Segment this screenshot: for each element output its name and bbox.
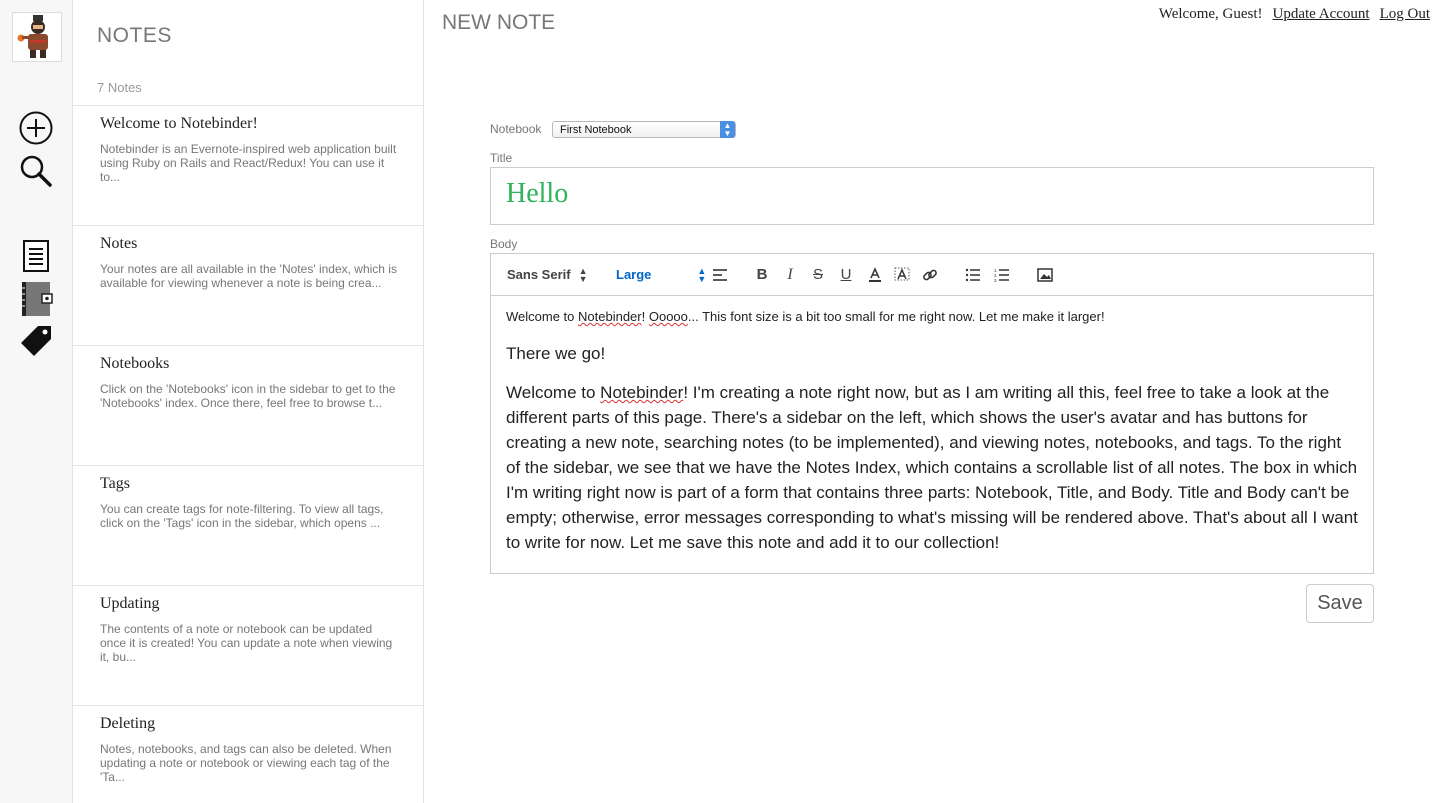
note-item[interactable]: Notebooks Click on the 'Notebooks' icon … (73, 345, 423, 465)
body-paragraph: Welcome to Notebinder! Ooooo... This fon… (506, 309, 1358, 324)
align-left-icon (713, 268, 727, 281)
updown-icon: ▲ ▼ (697, 265, 707, 284)
select-arrows-icon: ▲ ▼ (720, 121, 735, 138)
misspelled-word: Notebinder (578, 309, 642, 324)
body-paragraph: Welcome to Notebinder! I'm creating a no… (506, 380, 1358, 555)
note-item[interactable]: Notes Your notes are all available in th… (73, 225, 423, 345)
note-snippet: Click on the 'Notebooks' icon in the sid… (100, 382, 396, 410)
note-list: Welcome to Notebinder! Notebinder is an … (73, 105, 423, 803)
note-item[interactable]: Welcome to Notebinder! Notebinder is an … (73, 105, 423, 225)
search-icon (20, 155, 52, 187)
page-title: NEW NOTE (442, 11, 556, 34)
title-label: Title (490, 151, 513, 165)
image-button[interactable] (1036, 254, 1054, 295)
size-picker-value: Large (616, 267, 652, 282)
text-span: Welcome to (506, 383, 601, 402)
body-editor: Sans Serif ▲ ▼ Large ▲ ▼ B I S U 1 2 3 W… (490, 253, 1374, 574)
italic-icon[interactable]: I (781, 254, 799, 295)
notebook-select[interactable]: First Notebook ▲ ▼ (552, 121, 736, 138)
note-item[interactable]: Tags You can create tags for note-filter… (73, 465, 423, 585)
note-title: Deleting (100, 715, 156, 732)
text-color-button[interactable] (866, 254, 884, 295)
note-snippet: The contents of a note or notebook can b… (100, 622, 393, 664)
update-account-link[interactable]: Update Account (1273, 6, 1370, 23)
text-color-icon (869, 266, 881, 282)
background-color-button[interactable] (893, 254, 911, 295)
body-paragraph: There we go! (506, 344, 606, 363)
body-label: Body (490, 237, 518, 251)
note-title: Notebooks (100, 355, 170, 372)
strikethrough-icon[interactable]: S (809, 254, 827, 295)
bullet-list-button[interactable] (964, 254, 982, 295)
link-icon (923, 269, 937, 280)
updown-icon: ▲ ▼ (578, 265, 588, 284)
note-title: Notes (100, 235, 138, 252)
text-span: Welcome to (506, 309, 579, 324)
new-note-button[interactable] (17, 109, 55, 147)
sidebar (0, 0, 73, 803)
notebook-icon (21, 282, 53, 316)
font-picker[interactable]: Sans Serif ▲ ▼ (507, 254, 588, 295)
note-title: Welcome to Notebinder! (100, 115, 258, 132)
notebook-select-value: First Notebook (560, 124, 632, 136)
bullet-list-icon (965, 268, 980, 281)
index-title: NOTES (97, 24, 172, 47)
note-snippet: You can create tags for note-filtering. … (100, 502, 384, 530)
logout-link[interactable]: Log Out (1380, 6, 1430, 23)
title-input[interactable]: Hello (490, 167, 1374, 225)
editor-toolbar: Sans Serif ▲ ▼ Large ▲ ▼ B I S U 1 2 3 (491, 254, 1373, 296)
notebook-label: Notebook (490, 122, 542, 136)
svg-text:3: 3 (994, 278, 997, 282)
notebooks-button[interactable] (17, 280, 55, 318)
note-snippet: Notes, notebooks, and tags can also be d… (100, 742, 392, 784)
avatar-ninja-icon (17, 15, 48, 58)
misspelled-word: Notebinder (600, 383, 684, 402)
bold-icon[interactable]: B (753, 254, 771, 295)
font-picker-value: Sans Serif (507, 267, 571, 282)
align-button[interactable] (711, 254, 729, 295)
note-snippet: Notebinder is an Evernote-inspired web a… (100, 142, 397, 184)
tags-button[interactable] (17, 322, 55, 360)
text-span: ... This font size is a bit too small fo… (687, 309, 1105, 324)
link-button[interactable] (921, 254, 939, 295)
notes-button[interactable] (17, 237, 55, 275)
save-button[interactable]: Save (1306, 584, 1374, 623)
image-icon (1037, 267, 1053, 282)
note-item[interactable]: Updating The contents of a note or noteb… (73, 585, 423, 705)
note-title: Updating (100, 595, 160, 612)
highlight-icon (894, 267, 910, 280)
tag-icon (21, 326, 51, 356)
document-icon (23, 240, 49, 272)
misspelled-word: Ooooo (648, 309, 688, 324)
note-title: Tags (100, 475, 130, 492)
ordered-list-button[interactable]: 1 2 3 (993, 254, 1011, 295)
user-bar: Welcome, Guest! Update Account Log Out (1159, 6, 1430, 23)
ordered-list-icon: 1 2 3 (994, 268, 1009, 282)
notes-index: NOTES 7 Notes Welcome to Notebinder! Not… (73, 0, 424, 803)
search-button[interactable] (17, 152, 55, 190)
editor-content[interactable]: Welcome to Notebinder! Ooooo... This fon… (491, 296, 1373, 555)
underline-icon[interactable]: U (837, 254, 855, 295)
text-span: ! (641, 309, 649, 324)
welcome-text: Welcome, Guest! (1158, 6, 1263, 22)
note-snippet: Your notes are all available in the 'Not… (100, 262, 397, 290)
note-item[interactable]: Deleting Notes, notebooks, and tags can … (73, 705, 423, 803)
size-picker[interactable]: Large ▲ ▼ (616, 254, 706, 295)
notes-count: 7 Notes (97, 80, 142, 95)
plus-circle-icon (19, 111, 53, 145)
text-span: ! I'm creating a note right now, but as … (506, 383, 1358, 552)
avatar[interactable] (12, 12, 62, 62)
